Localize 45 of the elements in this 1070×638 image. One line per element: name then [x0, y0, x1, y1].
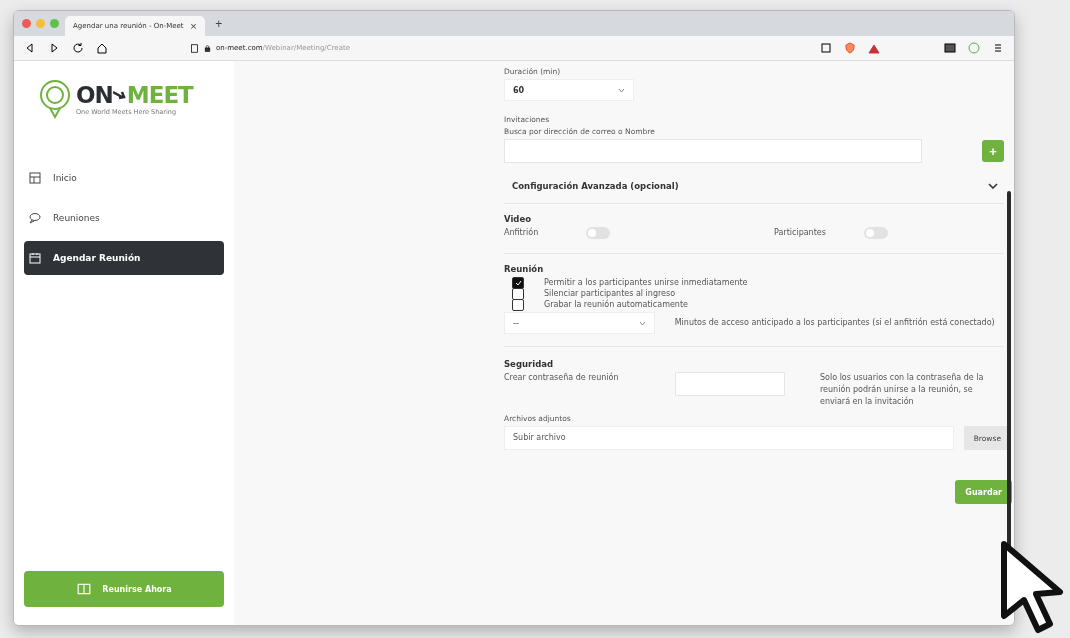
- shield-icon[interactable]: [844, 42, 856, 54]
- toggle-label: Participantes: [774, 227, 827, 239]
- dashboard-icon: [29, 172, 41, 184]
- search-field[interactable]: [504, 139, 922, 163]
- bookmark-icon[interactable]: [190, 43, 199, 53]
- sidebar-item[interactable]: Reuniones: [24, 201, 224, 235]
- section-title: Video: [504, 214, 533, 224]
- brand-name: MEET: [126, 82, 193, 108]
- new-tab-button[interactable]: +: [211, 16, 227, 31]
- section-title: Seguridad: [504, 359, 555, 369]
- home-icon[interactable]: [96, 42, 108, 54]
- advanced-settings-header[interactable]: Configuración Avanzada (opcional): [504, 169, 1004, 204]
- checkmark-icon: [514, 279, 522, 286]
- checkbox-label: Grabar la reunión automaticamente: [544, 300, 688, 309]
- caret-icon: [618, 87, 625, 93]
- minutes-select[interactable]: --: [504, 312, 655, 334]
- menu-icon[interactable]: [992, 42, 1004, 54]
- lock-icon: [204, 44, 211, 52]
- checkbox-label: Silenciar participantes al ingreso: [544, 289, 676, 298]
- sidebar-item[interactable]: Agendar Reunión: [24, 241, 224, 275]
- triangle-icon[interactable]: [868, 42, 880, 54]
- arrow-icon: [112, 89, 127, 101]
- sidebar-item[interactable]: Inicio: [24, 161, 224, 195]
- toggle-switch[interactable]: [586, 227, 610, 239]
- help-text: Solo los usuarios con la contraseña de la reunión podrán unirse a la reunión, se enviará en la invitación: [820, 372, 985, 408]
- toggle-switch[interactable]: [864, 227, 888, 239]
- toggle-label: Anfitrión: [504, 227, 540, 239]
- logo-icon: [38, 79, 72, 119]
- calendar-icon: [29, 252, 41, 264]
- chat-icon: [29, 212, 41, 224]
- caret-icon: [638, 320, 646, 326]
- back-icon[interactable]: [24, 42, 36, 54]
- password-field[interactable]: [675, 372, 785, 396]
- reload-icon[interactable]: [72, 42, 84, 54]
- checkbox-label: Permitir a los participantes unirse inmediatamente: [544, 278, 748, 287]
- book-icon: [76, 582, 93, 596]
- chevron-icon: [988, 183, 998, 189]
- section-title: Reunión: [504, 264, 545, 274]
- duration-select[interactable]: 60: [504, 79, 634, 101]
- field-label: Crear contraseña de reunión: [504, 372, 620, 384]
- field-label: Minutos de acceso anticipado a los participantes (si el anfitrión está conectado): [674, 317, 996, 329]
- checkbox[interactable]: [512, 276, 524, 289]
- brand-name: ON: [76, 82, 113, 108]
- forward-icon[interactable]: [48, 42, 60, 54]
- file-field[interactable]: Subir archivo: [504, 426, 954, 450]
